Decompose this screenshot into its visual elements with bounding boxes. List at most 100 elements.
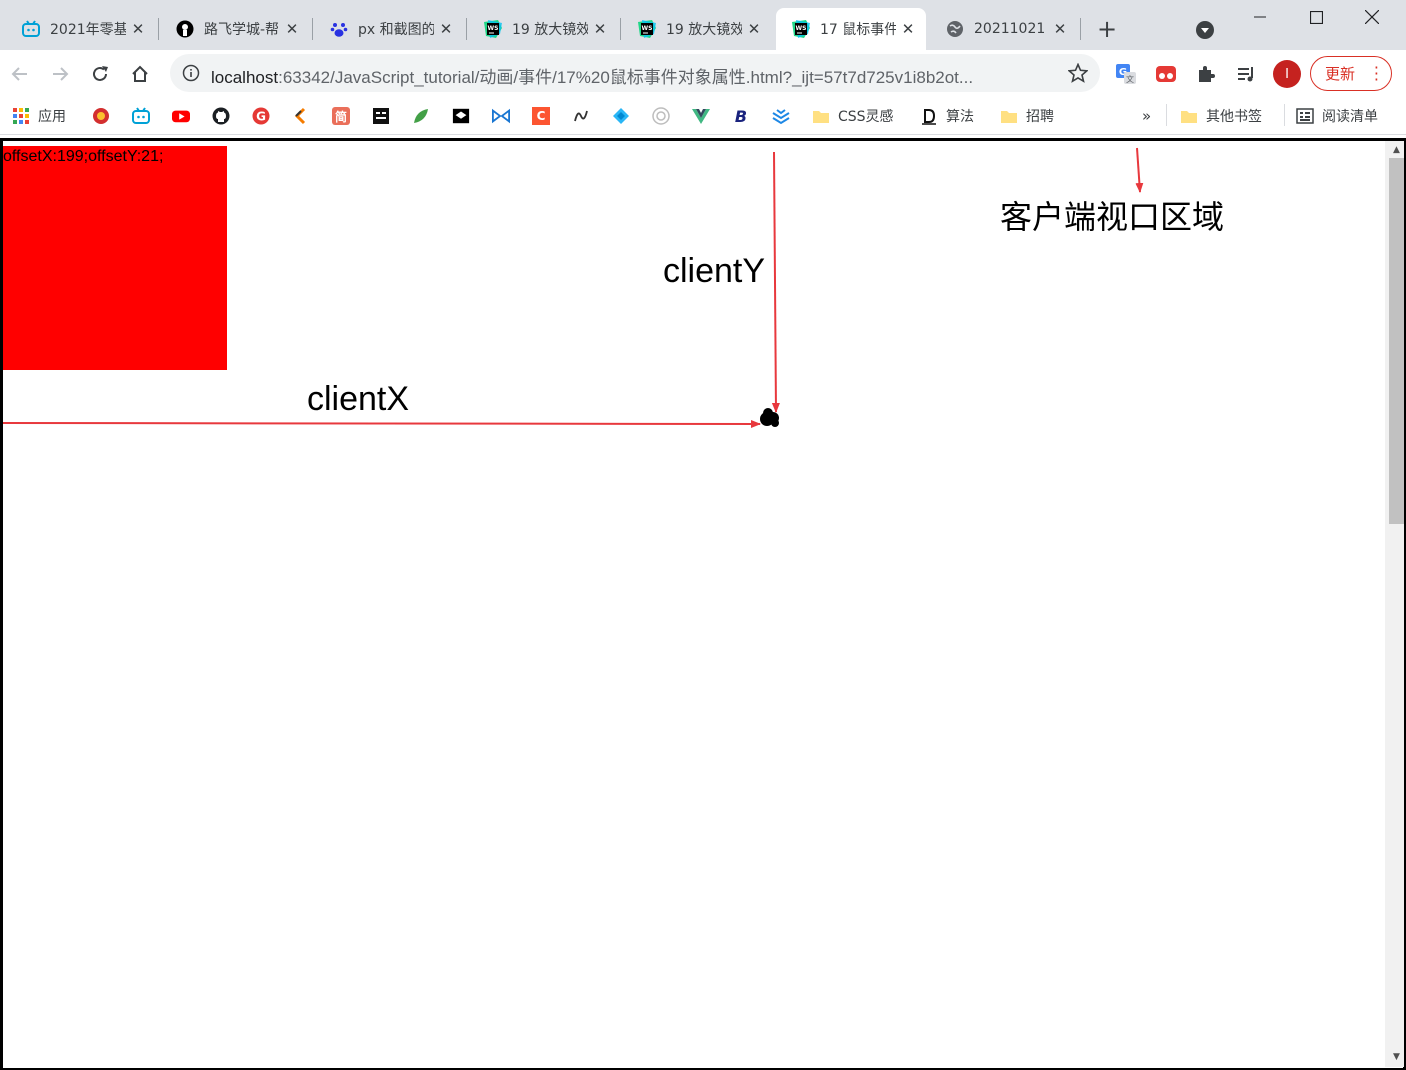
tab-title: 19 放大镜效	[666, 22, 742, 38]
folder-icon	[1000, 107, 1018, 125]
close-window-button[interactable]	[1344, 0, 1400, 34]
bookmark-github[interactable]	[212, 104, 238, 128]
url-text[interactable]: localhost:63342/JavaScript_tutorial/动画/事…	[211, 63, 973, 88]
tab-title: 17 鼠标事件	[820, 22, 896, 38]
forward-button[interactable]	[46, 60, 74, 88]
bookmark-layers[interactable]	[772, 104, 798, 128]
scroll-up-arrow-icon[interactable]: ▲	[1389, 143, 1404, 158]
bookmark-bowtie[interactable]	[492, 104, 518, 128]
bookmark-label: 其他书签	[1206, 109, 1262, 125]
extensions-puzzle-icon[interactable]	[1194, 62, 1218, 86]
svg-text:WS: WS	[796, 25, 807, 32]
vue-icon	[692, 107, 710, 125]
close-icon[interactable]: ✕	[1052, 21, 1068, 37]
diamond-icon	[612, 107, 630, 125]
clientX-label: clientX	[307, 380, 410, 418]
home-button[interactable]	[126, 60, 154, 88]
bookmark-youtube[interactable]	[172, 104, 198, 128]
minimize-button[interactable]	[1232, 0, 1288, 34]
close-icon[interactable]: ✕	[438, 21, 454, 37]
tab-1[interactable]: 2021年零基 ✕	[6, 8, 156, 50]
bookmark-b[interactable]: B	[732, 104, 758, 128]
emblem-icon	[92, 107, 110, 125]
tab-divider	[312, 18, 313, 40]
tab-6-active[interactable]: WS 17 鼠标事件 ✕	[776, 8, 926, 50]
tab-strip: 2021年零基 ✕ 路飞学城-帮 ✕ px 和截图的 ✕ WS 19 放大镜效 …	[0, 0, 1406, 50]
bookmarks-divider	[1284, 104, 1285, 126]
bookmark-juejin[interactable]	[292, 104, 318, 128]
close-icon[interactable]: ✕	[900, 21, 916, 37]
folder-icon	[812, 107, 830, 125]
close-icon[interactable]: ✕	[592, 21, 608, 37]
update-button[interactable]: 更新 · · ·	[1310, 56, 1392, 91]
bilibili-icon	[132, 107, 150, 125]
bookmark-emblem[interactable]	[92, 104, 118, 128]
scroll-down-arrow-icon[interactable]: ▼	[1389, 1050, 1404, 1065]
svg-text:WS: WS	[488, 25, 499, 32]
bookmark-diamond[interactable]	[612, 104, 638, 128]
bookmark-label: 算法	[946, 109, 974, 125]
tab-divider	[158, 18, 159, 40]
bookmark-star-icon[interactable]	[1067, 62, 1089, 83]
bookmark-bilibili[interactable]	[132, 104, 158, 128]
vertical-scrollbar[interactable]: ▲ ▼	[1385, 141, 1404, 1067]
bookmark-label: 招聘	[1026, 109, 1054, 125]
reload-button[interactable]	[86, 60, 114, 88]
webstorm-icon: WS	[638, 20, 656, 38]
media-control-icon[interactable]	[1234, 62, 1258, 86]
tab-7[interactable]: 20211021 ✕	[930, 8, 1078, 50]
bookmark-folder-css[interactable]: CSS灵感	[812, 104, 894, 128]
bookmark-dark[interactable]	[372, 104, 398, 128]
c-logo-icon: C	[532, 107, 550, 125]
bookmark-other-folder[interactable]: 其他书签	[1180, 104, 1262, 128]
juejin-icon	[292, 107, 310, 125]
g-letter: G	[256, 110, 266, 124]
info-icon[interactable]	[182, 64, 200, 82]
extension-red-icon[interactable]	[1154, 62, 1178, 86]
new-tab-button[interactable]: +	[1094, 16, 1120, 42]
dark-square-icon	[372, 107, 390, 125]
tab-3[interactable]: px 和截图的 ✕	[314, 8, 464, 50]
back-button[interactable]	[6, 60, 34, 88]
tab-title: 路飞学城-帮	[204, 22, 280, 38]
bookmark-apps[interactable]: 应用	[12, 104, 66, 128]
tab-title: 19 放大镜效	[512, 22, 588, 38]
tab-5[interactable]: WS 19 放大镜效 ✕	[622, 8, 772, 50]
close-icon[interactable]: ✕	[284, 21, 300, 37]
reading-list-icon	[1296, 107, 1314, 125]
baidu-paw-icon	[330, 20, 348, 38]
bookmark-folder-jobs[interactable]: 招聘	[1000, 104, 1054, 128]
bowtie-icon	[492, 107, 510, 125]
red-box[interactable]: offsetX:199;offsetY:21;	[3, 146, 227, 370]
more-bookmarks-button[interactable]: »	[1142, 104, 1151, 128]
bookmark-algorithm[interactable]: 算法	[920, 104, 974, 128]
toolbar: localhost:63342/JavaScript_tutorial/动画/事…	[0, 50, 1406, 97]
profile-avatar[interactable]: I	[1273, 60, 1301, 88]
bookmark-jianshu[interactable]: 简	[332, 104, 358, 128]
google-translate-icon[interactable]: G文	[1114, 62, 1138, 86]
leaf-icon	[412, 107, 430, 125]
tab-title: 20211021	[974, 21, 1046, 37]
bookmark-label: 应用	[38, 109, 66, 125]
bookmark-cap[interactable]	[452, 104, 478, 128]
maximize-button[interactable]	[1288, 0, 1344, 34]
bookmark-circle[interactable]	[652, 104, 678, 128]
close-icon[interactable]: ✕	[746, 21, 762, 37]
viewport-area-label: 客户端视口区域	[1000, 198, 1225, 236]
bookmark-c[interactable]: C	[532, 104, 558, 128]
tab-search-icon[interactable]	[1195, 20, 1215, 40]
bookmark-leaf[interactable]	[412, 104, 438, 128]
scrollbar-thumb[interactable]	[1389, 158, 1404, 524]
bookmark-label: CSS灵感	[838, 109, 894, 125]
circle-logo-icon	[652, 107, 670, 125]
bookmark-script[interactable]	[572, 104, 598, 128]
bookmark-g[interactable]: G	[252, 104, 278, 128]
bookmark-label: 阅读清单	[1322, 109, 1378, 125]
bookmark-vue[interactable]	[692, 104, 718, 128]
reading-list-button[interactable]: 阅读清单	[1296, 104, 1378, 128]
tab-title: 2021年零基	[50, 22, 126, 38]
tab-4[interactable]: WS 19 放大镜效 ✕	[468, 8, 618, 50]
tab-2[interactable]: 路飞学城-帮 ✕	[160, 8, 310, 50]
close-icon[interactable]: ✕	[130, 21, 146, 37]
address-bar[interactable]: localhost:63342/JavaScript_tutorial/动画/事…	[170, 54, 1100, 92]
